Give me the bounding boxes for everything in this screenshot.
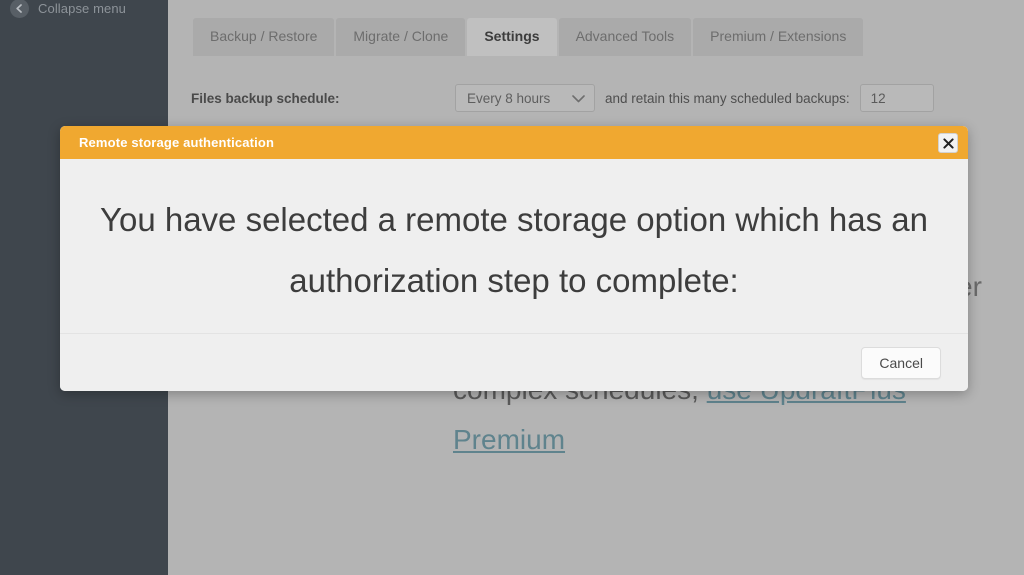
screen-root: Backup / Restore Migrate / Clone Setting… bbox=[0, 0, 1024, 575]
backup-schedule-select[interactable]: Every 8 hours bbox=[455, 84, 595, 112]
cancel-button[interactable]: Cancel bbox=[861, 346, 941, 379]
tab-bar: Backup / Restore Migrate / Clone Setting… bbox=[193, 18, 864, 56]
retain-backups-input[interactable]: 12 bbox=[859, 84, 934, 112]
retain-backups-label: and retain this many scheduled backups: bbox=[605, 90, 850, 106]
dialog-footer: Cancel bbox=[60, 333, 968, 391]
tab-advanced-tools[interactable]: Advanced Tools bbox=[558, 18, 692, 56]
tab-premium-extensions[interactable]: Premium / Extensions bbox=[693, 18, 864, 56]
files-backup-schedule-row: Files backup schedule: Every 8 hours and… bbox=[191, 83, 934, 113]
dialog-title: Remote storage authentication bbox=[79, 135, 275, 150]
dialog-body: You have selected a remote storage optio… bbox=[60, 159, 968, 333]
dialog-header: Remote storage authentication bbox=[60, 126, 968, 159]
backup-schedule-select-value: Every 8 hours bbox=[467, 90, 551, 106]
dialog-message: You have selected a remote storage optio… bbox=[100, 201, 928, 299]
files-backup-schedule-label: Files backup schedule: bbox=[191, 90, 340, 106]
chevron-left-circle-icon bbox=[10, 0, 29, 18]
chevron-down-icon bbox=[572, 91, 585, 106]
sidebar-item-collapse-menu[interactable]: Collapse menu bbox=[0, 0, 168, 19]
tab-migrate-clone[interactable]: Migrate / Clone bbox=[336, 18, 466, 56]
tab-settings[interactable]: Settings bbox=[467, 18, 557, 56]
remote-storage-authentication-dialog: Remote storage authentication You have s… bbox=[60, 126, 968, 391]
close-x-icon[interactable] bbox=[938, 133, 958, 153]
tab-backup-restore[interactable]: Backup / Restore bbox=[193, 18, 335, 56]
sidebar-item-collapse-menu-label: Collapse menu bbox=[38, 0, 127, 16]
